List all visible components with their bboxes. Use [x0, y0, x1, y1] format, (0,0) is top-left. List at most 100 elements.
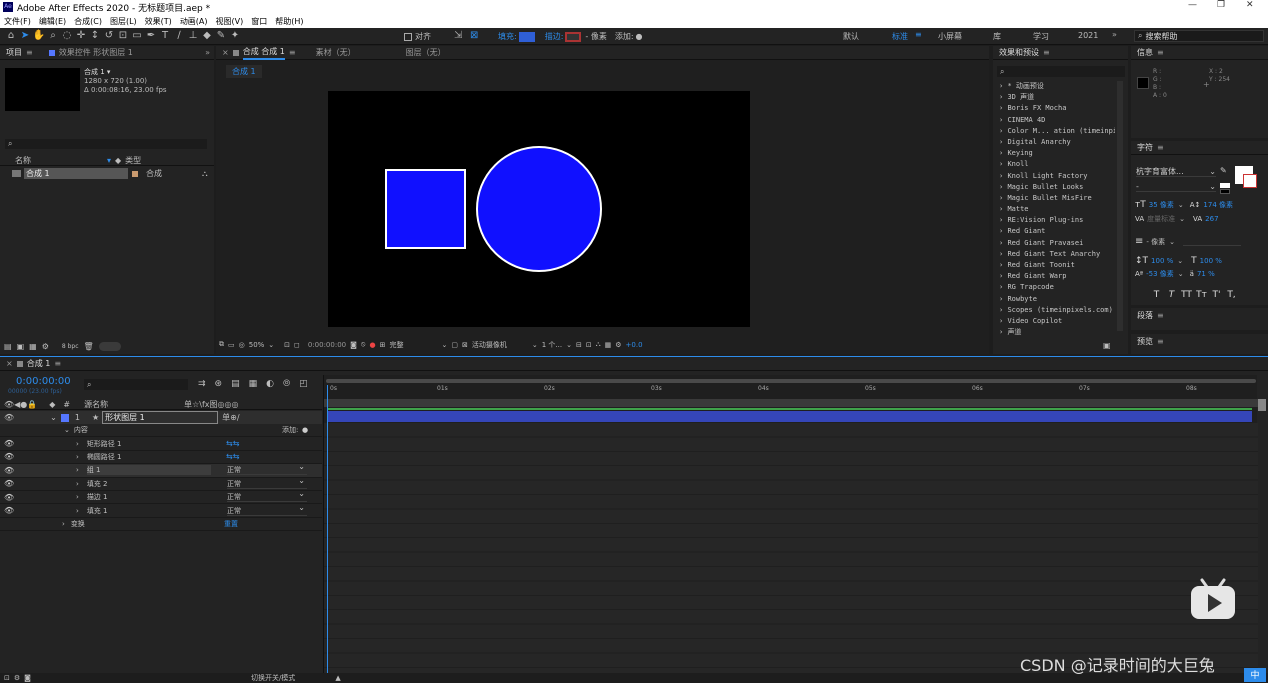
frame-render-icon[interactable]: ◙ — [24, 674, 31, 682]
brush-tool-icon[interactable]: ∕ — [172, 30, 186, 41]
effects-category-item[interactable]: › RE:Vision Plug-ins — [993, 215, 1115, 226]
close-tab-icon[interactable]: × — [222, 48, 229, 57]
flowchart-icon[interactable]: ⛬ — [202, 169, 208, 179]
expand-chevron-icon[interactable]: › — [62, 520, 65, 528]
effects-category-item[interactable]: › Red Giant Warp — [993, 271, 1115, 282]
timeline-timecode[interactable]: 0:00:00:00 — [16, 376, 71, 387]
visibility-eye-icon[interactable]: 👁 — [4, 413, 14, 422]
vertical-scale-value[interactable]: 100 % — [1151, 257, 1173, 265]
roi-icon[interactable]: ▢ — [451, 341, 458, 349]
workspace-default[interactable]: 默认 — [843, 31, 859, 42]
roto-tool-icon[interactable]: ✎ — [214, 30, 228, 41]
monitor-icon[interactable]: ▭ — [228, 341, 235, 349]
eyedropper-icon[interactable]: ✎ — [1220, 166, 1227, 175]
effects-category-item[interactable]: › 声道 — [993, 327, 1115, 338]
character-panel-title[interactable]: 字符 — [1137, 142, 1153, 153]
stroke-width-value[interactable]: - 像素 — [1146, 237, 1165, 247]
tracking-value[interactable]: 267 — [1205, 215, 1218, 223]
flowchart-icon[interactable]: ⛬ — [596, 340, 601, 349]
workspace-library[interactable]: 库 — [993, 31, 1001, 42]
effects-category-item[interactable]: › Matte — [993, 204, 1115, 215]
tsume-value[interactable]: 71 % — [1197, 270, 1215, 278]
chevron-down-icon[interactable]: ⌄ — [441, 341, 447, 349]
visibility-eye-icon[interactable]: 👁 — [4, 466, 14, 475]
all-caps-button[interactable]: TT — [1179, 290, 1194, 300]
layer-duration-bar[interactable] — [328, 411, 1252, 422]
expand-chevron-icon[interactable]: › — [76, 507, 79, 515]
tab-timeline-comp[interactable]: 合成 1 — [27, 358, 51, 369]
lock-icon[interactable] — [232, 49, 239, 56]
property-row[interactable]: 👁 › 填充 2 正常 — [0, 476, 322, 491]
shy-layers-icon[interactable]: ▤ — [231, 379, 240, 389]
small-caps-button[interactable]: Tт — [1194, 290, 1209, 300]
expand-chevron-icon[interactable]: › — [76, 466, 79, 474]
exposure-value[interactable]: +0.0 — [626, 341, 643, 349]
transparency-grid-icon[interactable]: ◻ — [294, 341, 300, 349]
align-checkbox[interactable] — [404, 32, 412, 41]
tab-menu-icon[interactable]: ≡ — [1157, 143, 1164, 152]
camera-icon[interactable]: ◙ — [350, 341, 357, 349]
orbit-tool-icon[interactable]: ◌ — [60, 30, 74, 41]
composition-canvas[interactable] — [328, 91, 750, 327]
layer-switches-icon[interactable]: ⚙ — [14, 674, 20, 682]
menu-view[interactable]: 视图(V) — [216, 16, 244, 27]
chevron-down-icon[interactable]: ⌄ — [1169, 238, 1175, 246]
toggle-switch[interactable] — [98, 342, 121, 351]
ime-indicator-icon[interactable]: 中 — [1244, 668, 1266, 682]
effects-category-item[interactable]: › Knoll Light Factory — [993, 171, 1115, 182]
zoom-out-icon[interactable]: ▲ — [335, 674, 340, 682]
menu-effect[interactable]: 效果(T) — [145, 16, 172, 27]
close-icon[interactable]: ✕ — [1246, 0, 1254, 10]
visibility-eye-icon[interactable]: 👁 — [4, 479, 14, 488]
rectangle-tool-icon[interactable]: ▭ — [130, 30, 144, 41]
blend-mode-select[interactable]: 正常 — [227, 462, 307, 476]
property-row[interactable]: 👁 › 组 1 正常 — [0, 462, 322, 478]
new-folder-icon[interactable]: ▣ — [17, 342, 25, 351]
lock-icon[interactable] — [16, 360, 23, 367]
menu-window[interactable]: 窗口 — [251, 16, 267, 27]
workspace-learn[interactable]: 学习 — [1033, 31, 1049, 42]
interpret-icon[interactable]: ▤ — [4, 342, 12, 351]
blend-mode-select[interactable]: 正常 — [227, 503, 307, 516]
tab-effect-controls[interactable]: 效果控件 形状图层 1 — [59, 47, 133, 58]
visibility-eye-icon[interactable]: 👁 — [4, 439, 14, 448]
maximize-icon[interactable]: ❐ — [1217, 0, 1225, 10]
effects-category-item[interactable]: › Knoll — [993, 159, 1115, 170]
blend-mode-select[interactable]: 正常 — [227, 489, 307, 503]
viewer-timecode[interactable]: 0:00:00:00 — [308, 341, 346, 349]
effects-category-item[interactable]: › Red Giant Toonit — [993, 260, 1115, 271]
selection-tool-icon[interactable]: ➤ — [18, 30, 32, 41]
workspace-2021[interactable]: 2021 — [1078, 31, 1098, 40]
layer-row[interactable]: 👁 ⌄ 1 ★ 形状图层 1 单⊕∕ — [0, 411, 322, 424]
views-select[interactable]: 1 个... — [542, 340, 562, 350]
layer-label-color[interactable] — [60, 413, 69, 422]
timeline-options-icon[interactable]: ◰ — [299, 379, 308, 389]
zoom-slider-handle[interactable] — [1258, 399, 1266, 411]
bpc-label[interactable]: 8 bpc — [62, 343, 79, 350]
expand-chevron-icon[interactable]: › — [76, 453, 79, 461]
tab-project[interactable]: 项目 — [6, 47, 22, 58]
project-item-row[interactable]: 合成 1 合成 ⛬ — [0, 168, 214, 179]
effects-category-item[interactable]: › Boris FX Mocha — [993, 103, 1115, 114]
tab-composition[interactable]: 合成 合成 1 — [242, 46, 285, 60]
label-color-swatch[interactable] — [132, 170, 138, 177]
zoom-level[interactable]: 50% — [249, 341, 265, 349]
comp-breadcrumb[interactable]: 合成 1 — [226, 65, 262, 78]
effects-category-item[interactable]: › CINEMA 4D — [993, 115, 1115, 126]
tab-layer[interactable]: 图层（无） — [406, 47, 446, 58]
motion-blur-icon[interactable]: ◐ — [266, 379, 274, 389]
comp-mini-flowchart-icon[interactable]: ⇉ — [198, 379, 206, 389]
contents-row[interactable]: ⌄ 内容 添加: ● — [0, 424, 322, 438]
menu-composition[interactable]: 合成(C) — [74, 16, 102, 27]
switches-column[interactable]: 单☆\fx图◎◎◎ — [184, 399, 238, 410]
eraser-tool-icon[interactable]: ◆ — [200, 30, 214, 41]
white-swatch[interactable] — [1220, 183, 1230, 188]
leading-value[interactable]: 174 像素 — [1203, 200, 1233, 210]
snap-toggle-icon[interactable]: ⊠ — [470, 30, 478, 41]
comp-info-name[interactable]: 合成 1 ▾ — [84, 68, 167, 77]
horizontal-scale-value[interactable]: 100 % — [1200, 257, 1222, 265]
time-ruler[interactable]: 0s 01s 02s 03s 04s 05s 06s 07s 08s — [324, 385, 1258, 397]
baseline-value[interactable]: -53 像素 — [1146, 269, 1174, 279]
effects-category-item[interactable]: › Rowbyte — [993, 294, 1115, 305]
resolution-icon[interactable]: ⊞ — [380, 341, 386, 349]
